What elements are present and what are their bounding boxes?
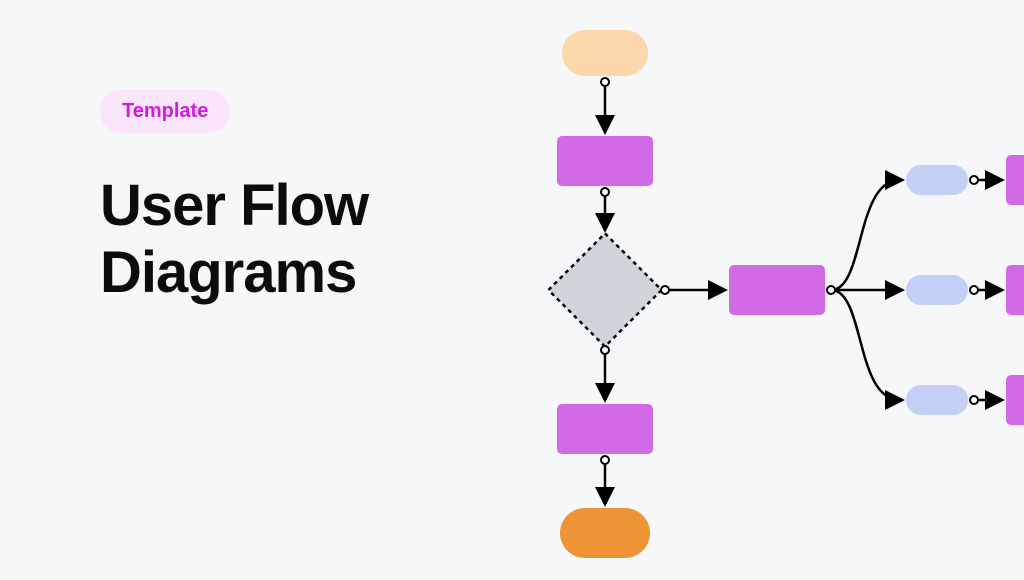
- node-end: [560, 508, 650, 558]
- node-process-r3: [1006, 375, 1024, 425]
- edge-p3-s3: [831, 290, 900, 400]
- edge-p3-s1: [831, 180, 900, 290]
- node-sub-1: [906, 165, 968, 195]
- node-process-2: [557, 404, 653, 454]
- node-process-1: [557, 136, 653, 186]
- node-process-r2: [1006, 265, 1024, 315]
- node-sub-2: [906, 275, 968, 305]
- flow-diagram: [0, 0, 1024, 580]
- node-decision: [548, 233, 661, 346]
- node-sub-3: [906, 385, 968, 415]
- node-process-r1: [1006, 155, 1024, 205]
- node-process-3: [729, 265, 825, 315]
- node-start: [562, 30, 648, 76]
